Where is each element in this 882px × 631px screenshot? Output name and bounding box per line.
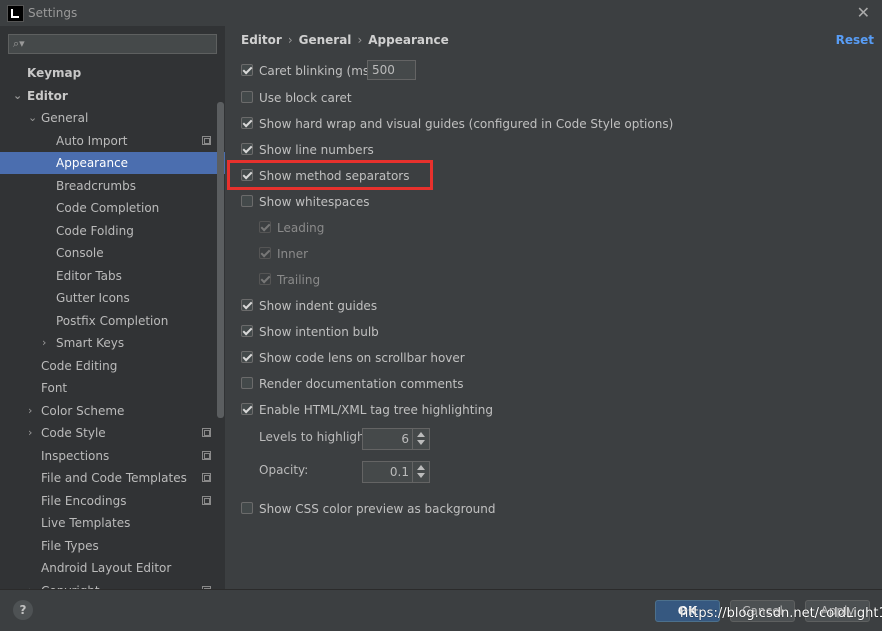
tree-item-inspections[interactable]: Inspections bbox=[0, 445, 225, 467]
annotation-highlight-box bbox=[227, 160, 433, 190]
project-scope-icon bbox=[202, 428, 211, 437]
tree-item-code-folding[interactable]: Code Folding bbox=[0, 220, 225, 242]
css-preview-checkbox[interactable] bbox=[241, 502, 253, 514]
tree-item-code-editing[interactable]: Code Editing bbox=[0, 355, 225, 377]
tree-item-file-encodings[interactable]: File Encodings bbox=[0, 490, 225, 512]
caret-blinking-checkbox[interactable] bbox=[241, 64, 253, 76]
tree-item-file-code-templates[interactable]: File and Code Templates bbox=[0, 467, 225, 489]
window-title: Settings bbox=[28, 6, 78, 20]
project-scope-icon bbox=[202, 136, 211, 145]
opacity-label: Opacity: bbox=[259, 463, 309, 477]
tree-item-android-layout-editor[interactable]: Android Layout Editor bbox=[0, 557, 225, 579]
chevron-down-icon[interactable]: ⌄ bbox=[13, 85, 22, 107]
settings-sidebar: ⌕▾ Keymap ⌄ Editor ⌄ General Auto Import A… bbox=[0, 26, 225, 589]
tree-item-font[interactable]: Font bbox=[0, 377, 225, 399]
levels-label: Levels to highlight: bbox=[259, 430, 374, 444]
intention-bulb-checkbox[interactable] bbox=[241, 325, 253, 337]
tag-tree-checkbox[interactable] bbox=[241, 403, 253, 415]
spinner-up-icon[interactable] bbox=[417, 465, 425, 470]
tree-item-code-style[interactable]: › Code Style bbox=[0, 422, 225, 444]
chevron-right-icon[interactable]: › bbox=[28, 400, 32, 422]
tree-item-smart-keys[interactable]: › Smart Keys bbox=[0, 332, 225, 354]
code-lens-checkbox[interactable] bbox=[241, 351, 253, 363]
reset-link[interactable]: Reset bbox=[836, 33, 874, 47]
spinner-up-icon[interactable] bbox=[417, 432, 425, 437]
settings-content: Editor › General › Appearance Reset Caret bl… bbox=[225, 26, 882, 589]
chevron-right-icon[interactable]: › bbox=[28, 580, 32, 589]
leading-checkbox bbox=[259, 221, 271, 233]
project-scope-icon bbox=[202, 473, 211, 482]
close-icon[interactable]: ✕ bbox=[857, 3, 870, 22]
chevron-down-icon[interactable]: ⌄ bbox=[28, 107, 37, 129]
dialog-footer: ? OK Cancel Apply https://blog.csdn.net/… bbox=[0, 589, 882, 631]
indent-guides-checkbox[interactable] bbox=[241, 299, 253, 311]
search-icon: ⌕▾ bbox=[13, 37, 25, 50]
tree-item-editor-tabs[interactable]: Editor Tabs bbox=[0, 265, 225, 287]
tree-item-code-completion[interactable]: Code Completion bbox=[0, 197, 225, 219]
tree-item-live-templates[interactable]: Live Templates bbox=[0, 512, 225, 534]
line-numbers-checkbox[interactable] bbox=[241, 143, 253, 155]
tree-item-general[interactable]: ⌄ General bbox=[0, 107, 225, 129]
chevron-right-icon[interactable]: › bbox=[28, 422, 32, 444]
intellij-logo-icon bbox=[7, 5, 24, 22]
inner-checkbox bbox=[259, 247, 271, 259]
title-bar: Settings ✕ bbox=[0, 0, 882, 26]
spinner-down-icon[interactable] bbox=[417, 440, 425, 445]
watermark-text: https://blog.csdn.net/coldLight1 bbox=[680, 606, 882, 621]
tree-item-breadcrumbs[interactable]: Breadcrumbs bbox=[0, 175, 225, 197]
tree-item-console[interactable]: Console bbox=[0, 242, 225, 264]
opacity-spinner[interactable]: 0.1 bbox=[362, 461, 430, 483]
spinner-down-icon[interactable] bbox=[417, 473, 425, 478]
tree-item-keymap[interactable]: Keymap bbox=[0, 62, 225, 84]
tree-item-color-scheme[interactable]: › Color Scheme bbox=[0, 400, 225, 422]
render-docs-checkbox[interactable] bbox=[241, 377, 253, 389]
tree-item-auto-import[interactable]: Auto Import bbox=[0, 130, 225, 152]
trailing-checkbox bbox=[259, 273, 271, 285]
levels-spinner[interactable]: 6 bbox=[362, 428, 430, 450]
hard-wrap-checkbox[interactable] bbox=[241, 117, 253, 129]
tree-item-gutter-icons[interactable]: Gutter Icons bbox=[0, 287, 225, 309]
tree-item-postfix-completion[interactable]: Postfix Completion bbox=[0, 310, 225, 332]
tree-item-appearance[interactable]: Appearance bbox=[0, 152, 225, 174]
tree-item-editor[interactable]: ⌄ Editor bbox=[0, 85, 225, 107]
project-scope-icon bbox=[202, 496, 211, 505]
tree-item-copyright[interactable]: ›Copyright bbox=[0, 580, 225, 589]
tree-item-file-types[interactable]: File Types bbox=[0, 535, 225, 557]
caret-blinking-input[interactable]: 500 bbox=[367, 60, 416, 80]
sidebar-scrollbar[interactable] bbox=[217, 102, 224, 418]
whitespaces-checkbox[interactable] bbox=[241, 195, 253, 207]
project-scope-icon bbox=[202, 451, 211, 460]
block-caret-checkbox[interactable] bbox=[241, 91, 253, 103]
search-input[interactable]: ⌕▾ bbox=[8, 34, 217, 54]
chevron-right-icon[interactable]: › bbox=[42, 332, 46, 354]
help-button[interactable]: ? bbox=[13, 600, 33, 620]
breadcrumb: Editor › General › Appearance bbox=[241, 33, 449, 47]
